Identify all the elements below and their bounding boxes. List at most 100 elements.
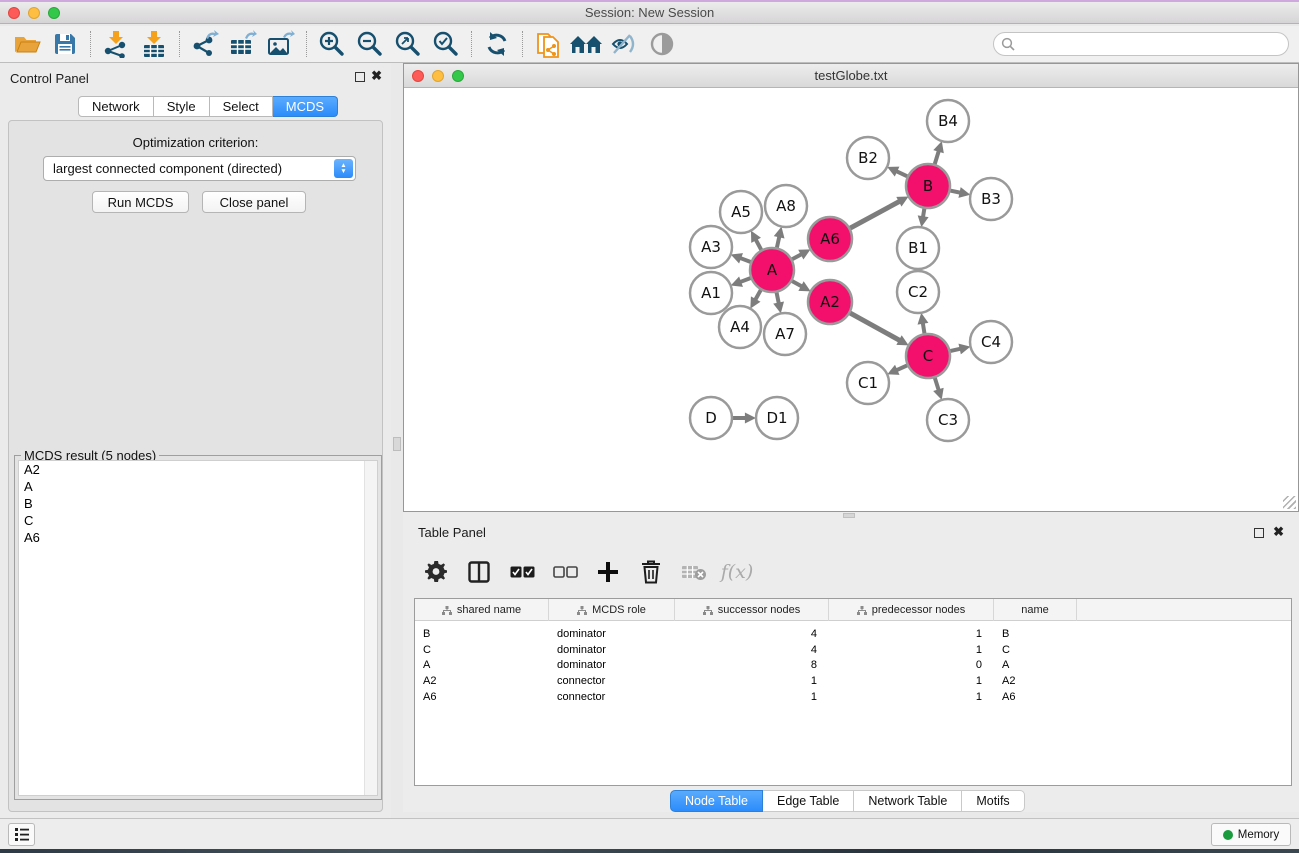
tab-select[interactable]: Select bbox=[210, 96, 273, 117]
graph-edge-A2-C[interactable] bbox=[849, 313, 900, 341]
column-header-mcds-role[interactable]: MCDS role bbox=[549, 599, 675, 621]
table-cell[interactable]: 8 bbox=[675, 659, 829, 671]
memory-button[interactable]: Memory bbox=[1211, 823, 1291, 846]
run-mcds-button[interactable]: Run MCDS bbox=[92, 191, 189, 213]
table-cell[interactable]: 1 bbox=[675, 691, 829, 703]
zoom-in-icon[interactable] bbox=[313, 28, 351, 60]
graph-edge-A-A3[interactable] bbox=[740, 258, 751, 262]
table-cell[interactable]: A6 bbox=[415, 691, 549, 703]
graph-edge-B-B4[interactable] bbox=[934, 151, 938, 165]
graph-node-D[interactable]: D bbox=[690, 397, 732, 439]
table-cell[interactable]: 4 bbox=[675, 628, 829, 640]
tab-network-table[interactable]: Network Table bbox=[854, 790, 962, 812]
table-cell[interactable]: A bbox=[415, 659, 549, 671]
graph-node-B1[interactable]: B1 bbox=[897, 227, 939, 269]
table-row[interactable]: A2connector11A2 bbox=[415, 673, 1291, 689]
table-cell[interactable]: 1 bbox=[829, 691, 994, 703]
graph-edge-A-A1[interactable] bbox=[740, 278, 751, 282]
save-session-icon[interactable] bbox=[46, 28, 84, 60]
graph-node-C[interactable]: C bbox=[906, 334, 950, 378]
network-window-titlebar[interactable]: testGlobe.txt bbox=[404, 64, 1298, 88]
table-cell[interactable]: A2 bbox=[994, 675, 1077, 687]
graph-edge-A-A2[interactable] bbox=[791, 281, 802, 287]
table-cell[interactable]: 1 bbox=[829, 675, 994, 687]
table-cell[interactable]: A6 bbox=[994, 691, 1077, 703]
graph-node-C2[interactable]: C2 bbox=[897, 271, 939, 313]
graph-edge-C-C2[interactable] bbox=[923, 323, 925, 335]
table-cell[interactable]: dominator bbox=[549, 659, 675, 671]
graph-node-A4[interactable]: A4 bbox=[719, 306, 761, 348]
graph-edge-A-A8[interactable] bbox=[777, 236, 780, 248]
graph-node-A5[interactable]: A5 bbox=[720, 191, 762, 233]
mcds-result-item[interactable]: C bbox=[19, 512, 377, 529]
tab-style[interactable]: Style bbox=[154, 96, 210, 117]
graph-node-C4[interactable]: C4 bbox=[970, 321, 1012, 363]
table-cell[interactable]: dominator bbox=[549, 644, 675, 656]
table-cell[interactable]: B bbox=[415, 628, 549, 640]
scrollbar-track[interactable] bbox=[364, 461, 377, 795]
zoom-out-icon[interactable] bbox=[351, 28, 389, 60]
close-panel-button[interactable]: Close panel bbox=[202, 191, 306, 213]
graph-edge-A6-B[interactable] bbox=[849, 201, 900, 228]
horizontal-splitter[interactable] bbox=[403, 512, 1299, 519]
select-all-icon[interactable] bbox=[507, 557, 537, 587]
export-table-icon[interactable] bbox=[224, 28, 262, 60]
table-row[interactable]: A6connector11A6 bbox=[415, 689, 1291, 705]
search-field[interactable] bbox=[1015, 37, 1288, 51]
table-cell[interactable]: A2 bbox=[415, 675, 549, 687]
network-graph[interactable]: AA1A2A3A4A5A6A7A8BB1B2B3B4CC1C2C3C4DD1 bbox=[405, 89, 1299, 511]
graph-edge-B-B2[interactable] bbox=[896, 171, 908, 177]
show-eye-icon[interactable] bbox=[643, 28, 681, 60]
mcds-result-item[interactable]: A6 bbox=[19, 529, 377, 546]
graph-node-A[interactable]: A bbox=[750, 248, 794, 292]
graph-node-A2[interactable]: A2 bbox=[808, 280, 852, 324]
table-cell[interactable]: dominator bbox=[549, 628, 675, 640]
graph-edge-C-C4[interactable] bbox=[949, 349, 960, 352]
mcds-result-item[interactable]: A2 bbox=[19, 461, 377, 478]
table-cell[interactable]: A bbox=[994, 659, 1077, 671]
tab-mcds[interactable]: MCDS bbox=[273, 96, 338, 117]
table-cell[interactable]: 4 bbox=[675, 644, 829, 656]
export-image-icon[interactable] bbox=[262, 28, 300, 60]
graph-node-C3[interactable]: C3 bbox=[927, 399, 969, 441]
import-network-icon[interactable] bbox=[97, 28, 135, 60]
column-header-successor-nodes[interactable]: successor nodes bbox=[675, 599, 829, 621]
splitter-grip[interactable] bbox=[843, 513, 855, 518]
mcds-result-list[interactable]: A2ABCA6 bbox=[18, 460, 378, 796]
graph-node-D1[interactable]: D1 bbox=[756, 397, 798, 439]
graph-edge-A-A4[interactable] bbox=[755, 289, 761, 300]
splitter-grip[interactable] bbox=[393, 437, 401, 451]
table-cell[interactable]: connector bbox=[549, 675, 675, 687]
settings-gear-icon[interactable] bbox=[421, 557, 451, 587]
network-canvas[interactable]: AA1A2A3A4A5A6A7A8BB1B2B3B4CC1C2C3C4DD1 bbox=[405, 89, 1297, 510]
graph-node-A8[interactable]: A8 bbox=[765, 185, 807, 227]
unselect-all-icon[interactable] bbox=[550, 557, 580, 587]
show-panels-button[interactable] bbox=[8, 823, 35, 846]
hide-eye-icon[interactable] bbox=[605, 28, 643, 60]
graph-node-B[interactable]: B bbox=[906, 164, 950, 208]
export-network-icon[interactable] bbox=[186, 28, 224, 60]
close-panel-icon[interactable]: ✖ bbox=[1273, 525, 1284, 539]
tab-node-table[interactable]: Node Table bbox=[670, 790, 763, 812]
table-cell[interactable]: C bbox=[994, 644, 1077, 656]
table-cell[interactable]: 1 bbox=[675, 675, 829, 687]
home-icon[interactable] bbox=[567, 28, 605, 60]
table-cell[interactable]: B bbox=[994, 628, 1077, 640]
graph-edge-A-A5[interactable] bbox=[756, 239, 762, 250]
table-row[interactable]: Adominator80A bbox=[415, 658, 1291, 674]
delete-column-icon[interactable] bbox=[636, 557, 666, 587]
tab-edge-table[interactable]: Edge Table bbox=[763, 790, 854, 812]
graph-node-A1[interactable]: A1 bbox=[690, 272, 732, 314]
graph-edge-A-A7[interactable] bbox=[776, 292, 778, 304]
mcds-result-item[interactable]: A bbox=[19, 478, 377, 495]
graph-node-B2[interactable]: B2 bbox=[847, 137, 889, 179]
float-panel-icon[interactable] bbox=[1254, 528, 1264, 538]
table-cell[interactable]: 1 bbox=[829, 644, 994, 656]
refresh-icon[interactable] bbox=[478, 28, 516, 60]
node-attribute-table[interactable]: shared name MCDS role successor nodes pr… bbox=[414, 598, 1292, 786]
search-input[interactable] bbox=[993, 32, 1289, 56]
graph-edge-B-B1[interactable] bbox=[923, 208, 925, 218]
import-table-icon[interactable] bbox=[135, 28, 173, 60]
table-cell[interactable]: C bbox=[415, 644, 549, 656]
table-row[interactable]: Cdominator41C bbox=[415, 642, 1291, 658]
